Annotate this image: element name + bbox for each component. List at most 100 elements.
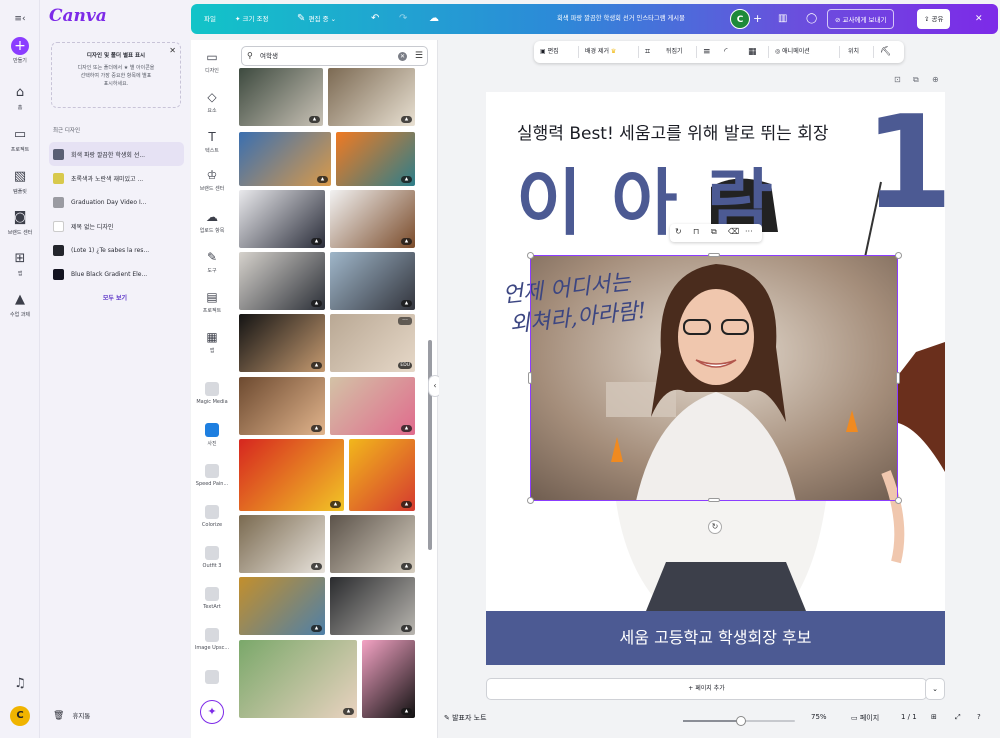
- nav-home[interactable]: ⌂ 홈: [0, 84, 40, 111]
- resize-handle-bottom[interactable]: [708, 498, 720, 502]
- resize-handle-top-left[interactable]: [527, 252, 534, 259]
- nav-templates[interactable]: ▧ 템플릿: [0, 168, 40, 195]
- tool-tab-6[interactable]: ▤ 프로젝트: [191, 290, 233, 314]
- photo-search-input[interactable]: ⚲ 여학생 ✕ ☰: [241, 46, 428, 66]
- poster-candidate-number[interactable]: 1: [864, 100, 945, 228]
- photo-result[interactable]: ▲: [239, 190, 325, 248]
- photo-result[interactable]: ▲: [362, 640, 415, 718]
- tool-tab-4[interactable]: ☁ 업로드 항목: [191, 210, 233, 234]
- resize-button[interactable]: ✦ 크기 조정: [235, 4, 269, 34]
- canva-logo[interactable]: Canva: [49, 6, 107, 26]
- recent-design-item[interactable]: 제목 없는 디자인: [49, 214, 184, 238]
- filter-icon[interactable]: ☰: [415, 47, 423, 65]
- undo-button[interactable]: ↶: [371, 4, 379, 34]
- copy-style-button[interactable]: ⛏: [880, 41, 891, 63]
- lock-page-icon[interactable]: ⊡: [894, 75, 901, 84]
- photo-panel-scrollbar[interactable]: [428, 340, 432, 550]
- photo-result[interactable]: ▲: [239, 68, 323, 126]
- photo-result[interactable]: ··· EDU: [330, 314, 415, 372]
- add-page-options-button[interactable]: ⌄: [925, 678, 945, 700]
- selection-box[interactable]: [530, 255, 898, 501]
- nav-assignments[interactable]: ▲ 수업 과제: [0, 291, 40, 318]
- resize-handle-left[interactable]: [528, 372, 532, 384]
- design-page[interactable]: 실행력 Best! 세움고를 위해 발로 뛰는 회장 이 아 람 1 언제 어디…: [486, 92, 945, 665]
- editing-mode-dropdown[interactable]: ✎ 편집 중 ⌄: [297, 4, 336, 34]
- tool-tab-11[interactable]: Colorize: [191, 505, 233, 528]
- document-title[interactable]: 회색 파랑 깔끔한 학생회 선거 인스타그램 게시물: [557, 4, 685, 34]
- zoom-level[interactable]: 75%: [811, 713, 827, 721]
- see-all-link[interactable]: 모두 보기: [40, 293, 190, 302]
- redo-button[interactable]: ↷: [399, 4, 407, 34]
- close-icon[interactable]: ✕: [169, 46, 176, 55]
- account-avatar[interactable]: C: [10, 706, 30, 726]
- recent-design-item[interactable]: Blue Black Gradient Ele...: [49, 262, 184, 286]
- tool-tab-1[interactable]: ◇ 요소: [191, 90, 233, 114]
- tool-tab-10[interactable]: Speed Pain...: [191, 464, 233, 487]
- resize-handle-top-right[interactable]: [895, 252, 902, 259]
- send-to-teacher-button[interactable]: ⊘ 교사에게 보내기: [827, 9, 895, 29]
- position-button[interactable]: 위치: [848, 41, 859, 63]
- tool-tab-8[interactable]: Magic Media: [191, 382, 233, 405]
- comments-button[interactable]: ◯: [806, 4, 817, 34]
- help-button[interactable]: ?: [977, 713, 981, 721]
- notifications-button[interactable]: ♫: [0, 675, 40, 695]
- refresh-icon[interactable]: ↻: [675, 227, 682, 236]
- resize-handle-bottom-right[interactable]: [895, 497, 902, 504]
- delete-icon[interactable]: ⌫: [728, 227, 739, 236]
- close-editor-button[interactable]: ✕: [975, 4, 983, 34]
- tool-tab-12[interactable]: Outfit 3: [191, 546, 233, 569]
- recent-design-item[interactable]: 회색 파랑 깔끔한 학생회 선...: [49, 142, 184, 166]
- menu-toggle-icon[interactable]: ≡‹: [0, 10, 40, 30]
- file-menu[interactable]: 파일: [204, 4, 216, 34]
- share-button[interactable]: ⇪ 공유: [917, 9, 951, 29]
- add-collaborator-button[interactable]: +: [753, 4, 762, 34]
- more-options-icon[interactable]: ···: [745, 227, 753, 236]
- poster-subtitle[interactable]: 실행력 Best! 세움고를 위해 발로 뛰는 회장: [517, 119, 828, 144]
- duplicate-page-icon[interactable]: ⧉: [913, 75, 919, 85]
- cloud-save-status[interactable]: ☁: [429, 4, 439, 34]
- recent-design-item[interactable]: 초록색과 노란색 재미있고 ...: [49, 166, 184, 190]
- corner-rounding-button[interactable]: ◜: [724, 41, 728, 63]
- poster-footer-band[interactable]: 세움 고등학교 학생회장 후보: [486, 611, 945, 665]
- duplicate-icon[interactable]: ⧉: [711, 227, 717, 237]
- nav-brand[interactable]: ◙ 브랜드 센터: [0, 209, 40, 236]
- photo-result[interactable]: ▲: [330, 190, 415, 248]
- recent-design-item[interactable]: (Lote 1) ¿Te sabes la res...: [49, 238, 184, 262]
- photo-result[interactable]: ▲: [336, 132, 415, 186]
- crop-button[interactable]: ⌗: [645, 41, 650, 63]
- tool-tab-9[interactable]: 사진: [191, 423, 233, 447]
- photo-result[interactable]: ▲: [349, 439, 415, 511]
- add-page-button[interactable]: + 페이지 추가: [486, 678, 927, 700]
- grid-view-button[interactable]: ⊞: [931, 713, 937, 721]
- photo-result[interactable]: ▲: [328, 68, 415, 126]
- bg-remove-button[interactable]: 배경 제거 ♛: [585, 41, 616, 63]
- resize-handle-bottom-left[interactable]: [527, 497, 534, 504]
- animate-button[interactable]: ◎ 애니메이션: [775, 41, 810, 63]
- tool-tab-3[interactable]: ♔ 브랜드 센터: [191, 168, 233, 192]
- tool-tab-15[interactable]: [191, 670, 233, 687]
- rotate-handle[interactable]: ↻: [708, 520, 722, 534]
- resize-handle-right[interactable]: [896, 372, 900, 384]
- photo-result[interactable]: ▲: [239, 132, 331, 186]
- recent-design-item[interactable]: Graduation Day Video I...: [49, 190, 184, 214]
- presenter-notes-button[interactable]: ✎ 발표자 노트: [444, 713, 487, 723]
- zoom-slider[interactable]: [683, 716, 795, 726]
- photo-result[interactable]: ▲: [239, 577, 325, 635]
- resize-handle-top[interactable]: [708, 253, 720, 257]
- tool-tab-0[interactable]: ▭ 디자인: [191, 50, 233, 74]
- nav-apps[interactable]: ⊞ 앱: [0, 250, 40, 277]
- photo-result[interactable]: ▲: [239, 252, 325, 310]
- photo-result[interactable]: ▲: [239, 515, 325, 573]
- lock-icon[interactable]: ⊓: [693, 227, 699, 236]
- photo-result[interactable]: ▲: [330, 515, 415, 573]
- fullscreen-button[interactable]: ⤢: [955, 713, 961, 722]
- tool-tab-7[interactable]: ▦ 앱: [191, 330, 233, 354]
- more-options-icon[interactable]: ···: [398, 317, 412, 325]
- pages-button[interactable]: ▭ 페이지: [851, 713, 879, 723]
- clear-search-icon[interactable]: ✕: [398, 52, 407, 61]
- add-page-icon[interactable]: ⊕: [932, 75, 939, 84]
- photo-result[interactable]: ▲: [330, 377, 415, 435]
- photo-result[interactable]: ▲: [239, 377, 325, 435]
- photo-result[interactable]: ▲: [239, 640, 357, 718]
- magic-sparkle-button[interactable]: ✦: [200, 700, 224, 724]
